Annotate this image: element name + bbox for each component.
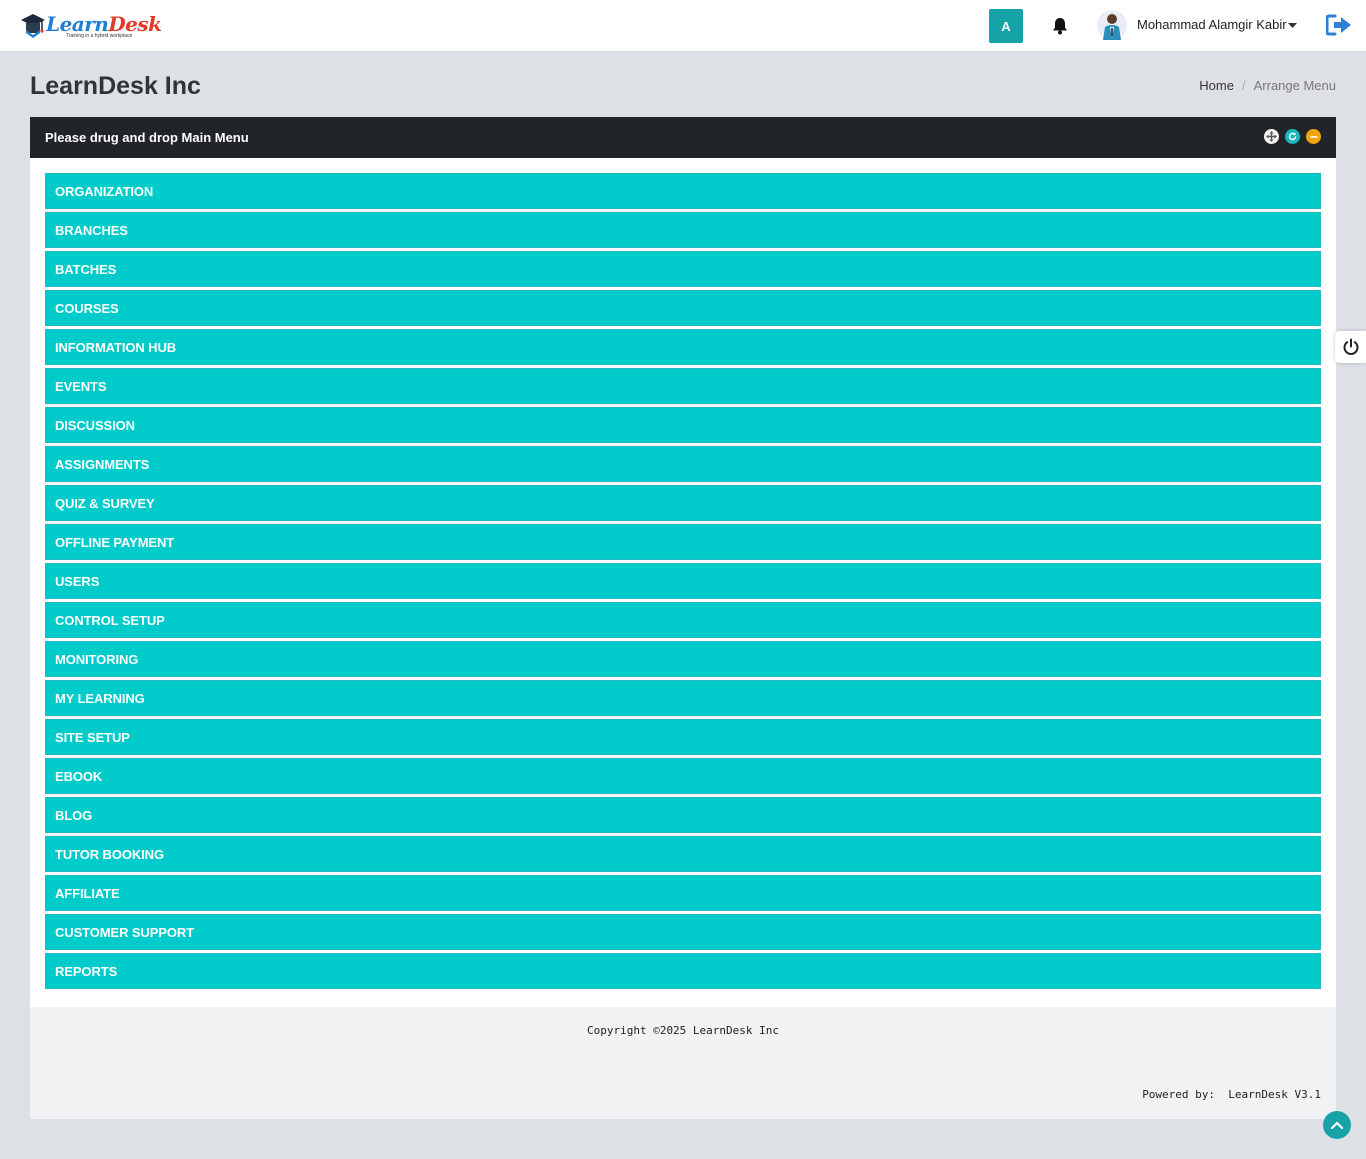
menu-item-label: DISCUSSION [55, 417, 135, 433]
scroll-to-top-button[interactable] [1323, 1111, 1351, 1139]
powered-by-text: Powered by: LearnDesk V3.1 [1142, 1088, 1321, 1101]
minimize-card-button[interactable] [1306, 129, 1321, 144]
minus-icon [1310, 135, 1317, 138]
refresh-icon [1288, 132, 1297, 141]
menu-item-label: OFFLINE PAYMENT [55, 534, 175, 550]
card-tools [1264, 129, 1321, 144]
menu-item-label: BLOG [55, 807, 93, 823]
menu-item[interactable]: USERS [45, 563, 1321, 599]
menu-item-label: TUTOR BOOKING [55, 846, 164, 862]
menu-item-label: MONITORING [55, 651, 139, 667]
menu-item[interactable]: DISCUSSION [45, 407, 1321, 443]
refresh-card-button[interactable] [1285, 129, 1300, 144]
arrange-menu-card: Please drug and drop Main Menu ORGANIZAT… [30, 117, 1336, 1007]
move-arrows-icon [1266, 131, 1277, 142]
breadcrumb: Home / Arrange Menu [1199, 78, 1336, 93]
chevron-up-icon [1331, 1121, 1343, 1129]
menu-item-label: REPORTS [55, 963, 118, 979]
menu-item[interactable]: INFORMATION HUB [45, 329, 1321, 365]
logo-tagline: Training in a hybrid workplace [66, 33, 133, 39]
menu-item-label: ORGANIZATION [55, 183, 154, 199]
menu-item[interactable]: CONTROL SETUP [45, 602, 1321, 638]
menu-item-label: MY LEARNING [55, 690, 145, 706]
menu-item[interactable]: ORGANIZATION [45, 173, 1321, 209]
logout-icon[interactable] [1326, 14, 1352, 36]
card-header: Please drug and drop Main Menu [30, 117, 1336, 158]
menu-item-label: INFORMATION HUB [55, 339, 177, 355]
menu-item-label: COURSES [55, 300, 119, 316]
menu-item[interactable]: BLOG [45, 797, 1321, 833]
page-title: LearnDesk Inc [30, 72, 201, 100]
menu-item-label: AFFILIATE [55, 885, 120, 901]
move-card-button[interactable] [1264, 129, 1279, 144]
menu-item-label: BRANCHES [55, 222, 128, 238]
menu-item[interactable]: ASSIGNMENTS [45, 446, 1321, 482]
power-icon [1343, 338, 1358, 355]
menu-item[interactable]: EBOOK [45, 758, 1321, 794]
menu-item[interactable]: QUIZ & SURVEY [45, 485, 1321, 521]
learndesk-logo[interactable]: LearnDesk Training in a hybrid workplace [20, 10, 162, 42]
menu-item[interactable]: EVENTS [45, 368, 1321, 404]
top-navbar: LearnDesk Training in a hybrid workplace… [0, 0, 1366, 52]
menu-item[interactable]: BATCHES [45, 251, 1321, 287]
breadcrumb-separator: / [1241, 78, 1246, 93]
menu-item[interactable]: AFFILIATE [45, 875, 1321, 911]
footer: Copyright ©2025 LearnDesk Inc Powered by… [30, 1007, 1336, 1119]
menu-item-label: CUSTOMER SUPPORT [55, 924, 195, 940]
menu-item[interactable]: CUSTOMER SUPPORT [45, 914, 1321, 950]
menu-item-label: CONTROL SETUP [55, 612, 165, 628]
menu-item[interactable]: SITE SETUP [45, 719, 1321, 755]
menu-item[interactable]: TUTOR BOOKING [45, 836, 1321, 872]
breadcrumb-home-link[interactable]: Home [1199, 78, 1234, 93]
menu-item-label: USERS [55, 573, 100, 589]
breadcrumb-current: Arrange Menu [1253, 78, 1336, 93]
graduation-cap-icon [21, 14, 45, 38]
menu-item[interactable]: MY LEARNING [45, 680, 1321, 716]
side-power-button[interactable] [1335, 331, 1366, 363]
menu-item-label: SITE SETUP [55, 729, 130, 745]
sortable-menu-list: ORGANIZATION BRANCHES BATCHES COURSES INFORM… [45, 173, 1321, 992]
menu-item[interactable]: OFFLINE PAYMENT [45, 524, 1321, 560]
caret-down-icon[interactable] [1288, 23, 1297, 28]
menu-item-label: QUIZ & SURVEY [55, 495, 155, 511]
copyright-text: Copyright ©2025 LearnDesk Inc [586, 1024, 780, 1037]
user-name-dropdown[interactable]: Mohammad Alamgir Kabir [1137, 17, 1287, 32]
menu-item[interactable]: COURSES [45, 290, 1321, 326]
menu-item-label: BATCHES [55, 261, 117, 277]
menu-item-label: ASSIGNMENTS [55, 456, 150, 472]
account-initial-button[interactable]: A [989, 9, 1023, 43]
menu-item[interactable]: BRANCHES [45, 212, 1321, 248]
menu-item[interactable]: REPORTS [45, 953, 1321, 989]
card-title: Please drug and drop Main Menu [45, 130, 249, 145]
menu-item-label: EVENTS [55, 378, 107, 394]
menu-item[interactable]: MONITORING [45, 641, 1321, 677]
user-avatar[interactable] [1097, 10, 1127, 42]
bell-icon[interactable] [1052, 17, 1068, 35]
menu-item-label: EBOOK [55, 768, 103, 784]
